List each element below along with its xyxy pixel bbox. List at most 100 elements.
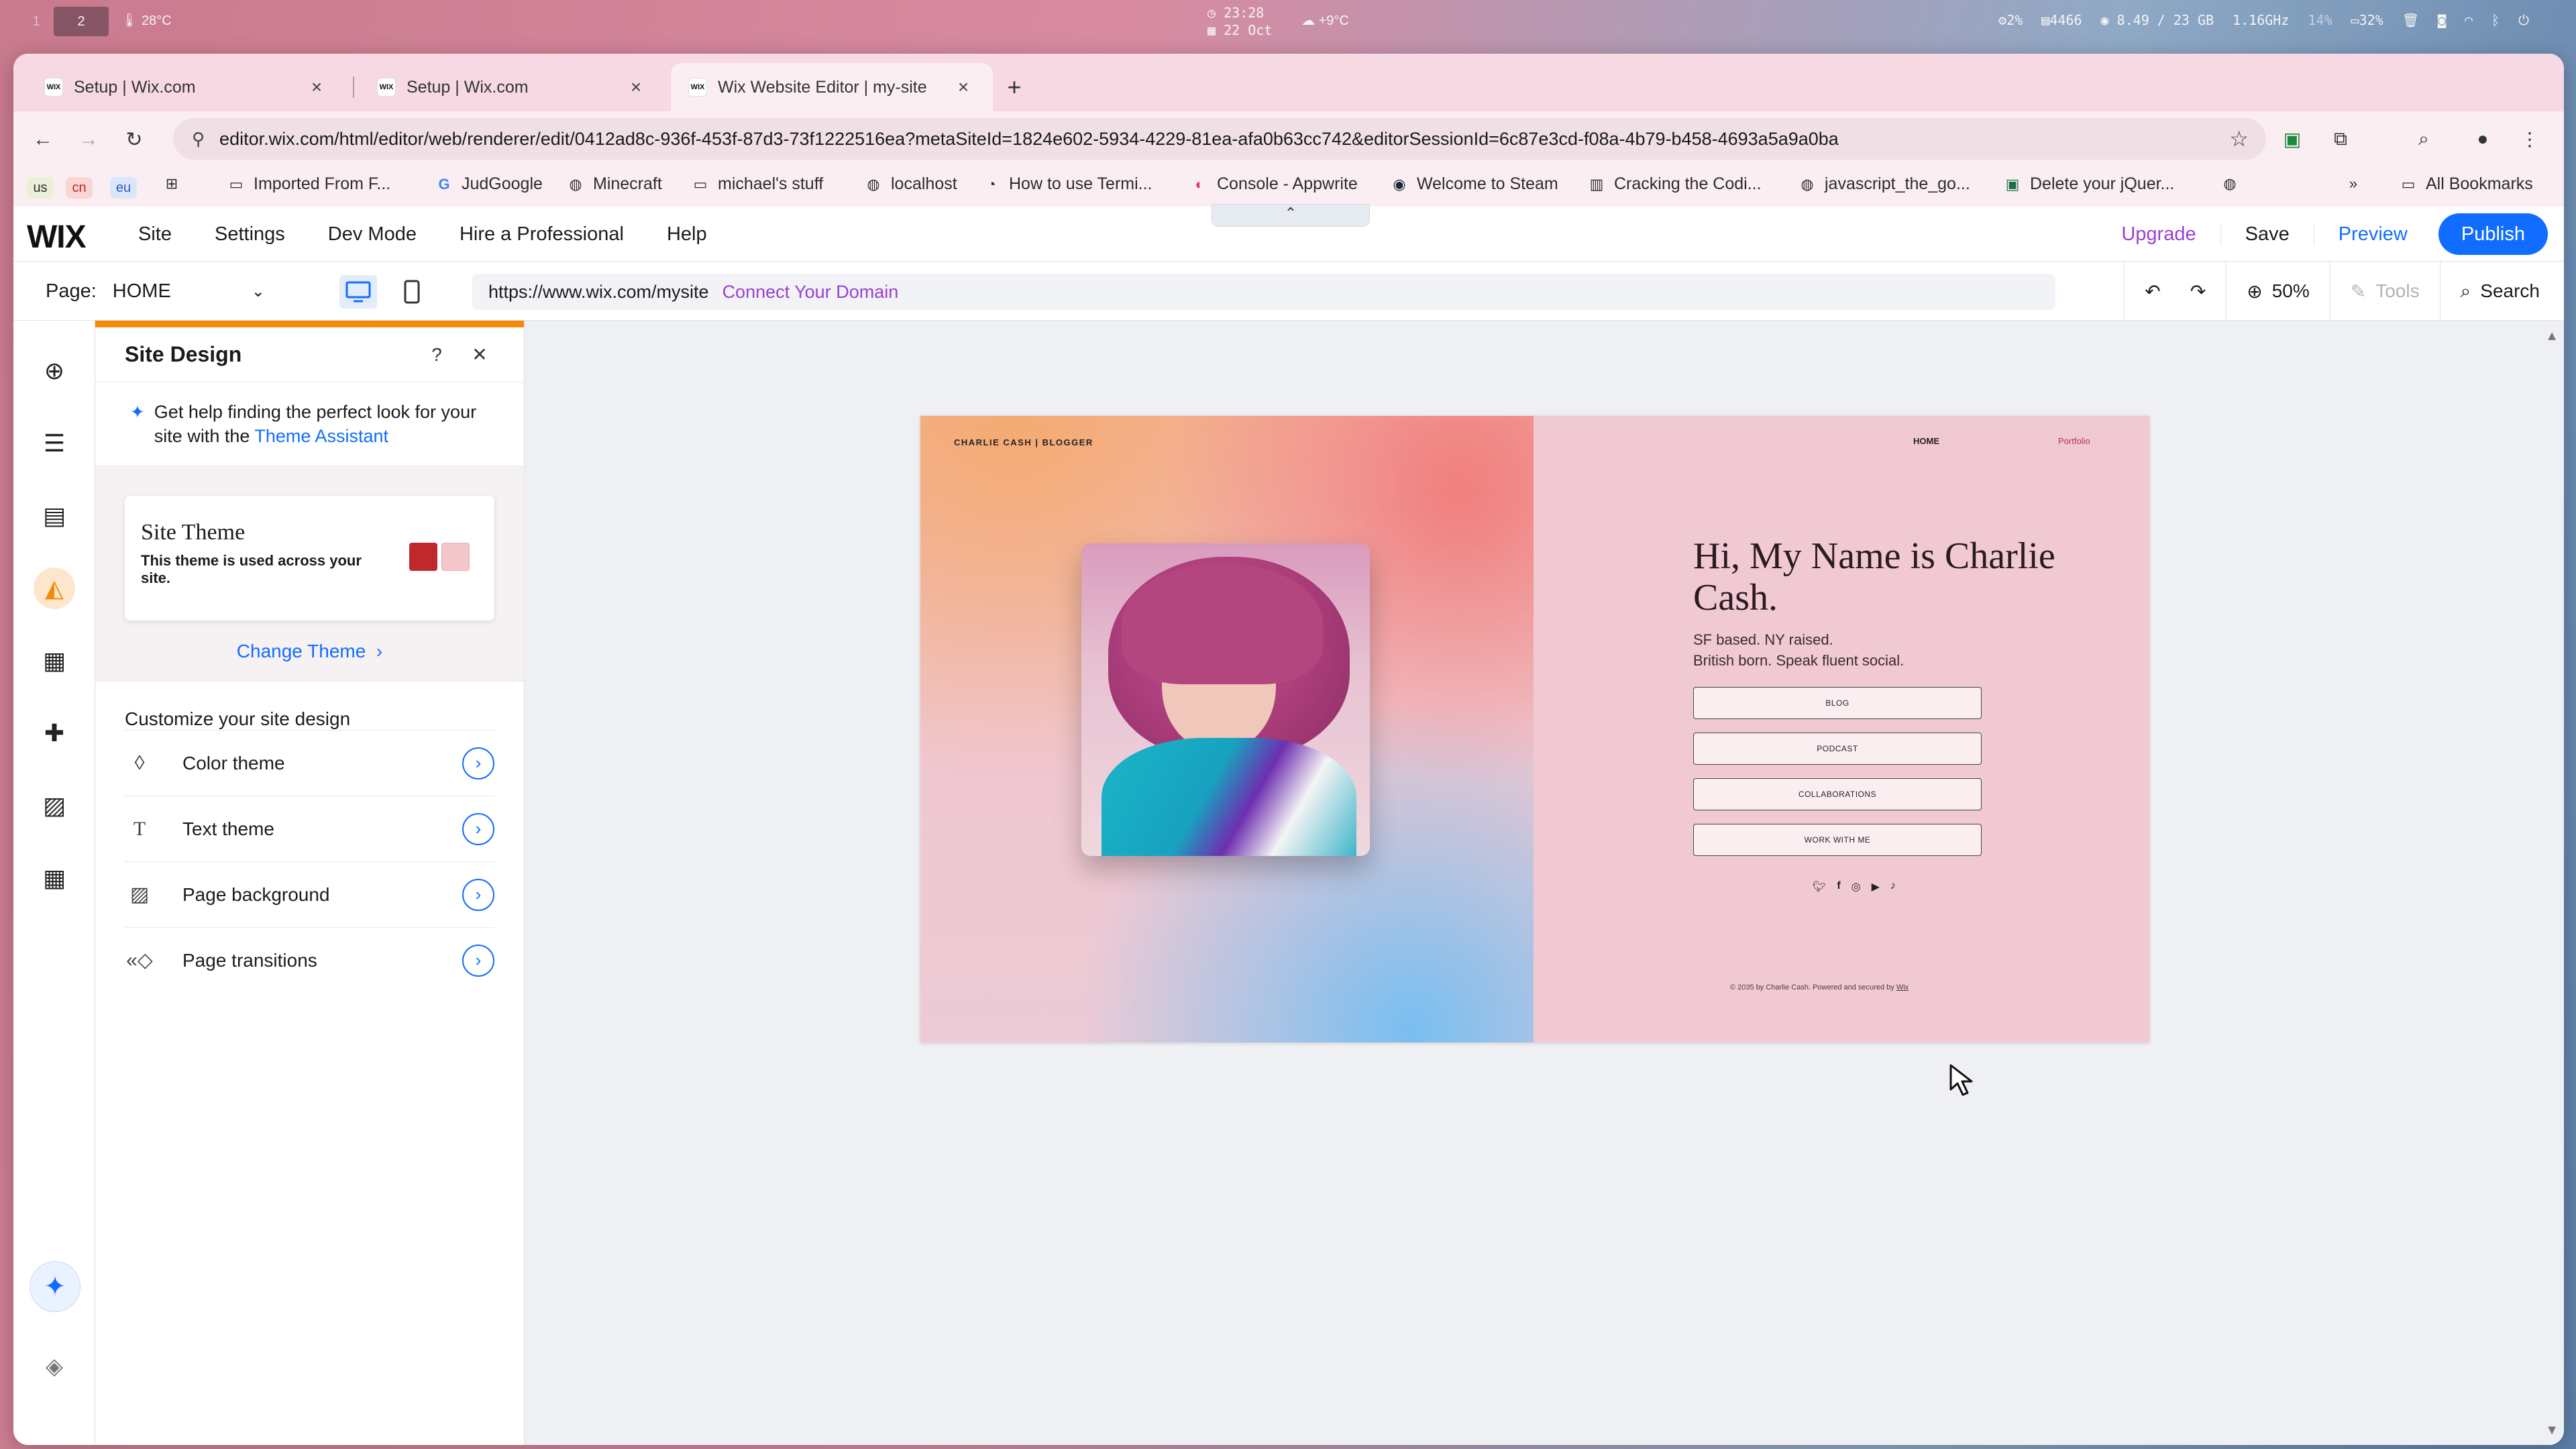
menu-hire-professional[interactable]: Hire a Professional bbox=[460, 223, 624, 246]
close-icon[interactable]: × bbox=[305, 75, 329, 99]
clock[interactable]: ◷ 23:28 ▦ 22 Oct bbox=[1208, 4, 1272, 39]
bluetooth-icon[interactable]: ᛒ bbox=[2491, 12, 2500, 28]
tab-search-icon[interactable]: ⌕ bbox=[2408, 123, 2439, 154]
layers-icon[interactable]: ◈ bbox=[38, 1350, 71, 1383]
scroll-up-icon[interactable]: ▲ bbox=[2545, 329, 2559, 344]
bookmark-item[interactable]: ◐ Console - Appwrite bbox=[1190, 174, 1357, 194]
arrow-right-icon[interactable]: › bbox=[462, 747, 494, 780]
option-page-transitions[interactable]: «◇ Page transitions › bbox=[125, 927, 494, 993]
close-icon[interactable]: × bbox=[624, 75, 648, 99]
apps-grid-icon[interactable]: ⊞ bbox=[162, 174, 189, 193]
site-nav-portfolio[interactable]: Portfolio bbox=[2058, 436, 2090, 446]
all-bookmarks[interactable]: ▭ All Bookmarks bbox=[2399, 174, 2533, 194]
wix-logo[interactable]: WIX bbox=[27, 219, 87, 256]
bookmark-item[interactable]: ▣ Delete your jQuer... bbox=[2003, 174, 2175, 194]
mobile-view-icon[interactable] bbox=[393, 275, 431, 309]
browser-menu-icon[interactable]: ⋮ bbox=[2514, 123, 2545, 154]
new-tab-button[interactable]: + bbox=[1000, 72, 1029, 102]
tab-setup-2[interactable]: WIX Setup | Wix.com × bbox=[360, 63, 665, 111]
workspace-1[interactable]: 1 bbox=[23, 7, 50, 36]
flag-eu[interactable]: eu bbox=[110, 177, 137, 199]
bookmark-item[interactable]: ◔ How to use Termi... bbox=[982, 174, 1152, 194]
tab-wix-editor[interactable]: WIX Wix Website Editor | my-site × bbox=[671, 63, 993, 111]
site-button-work-with-me[interactable]: WORK WITH ME bbox=[1693, 824, 1982, 856]
bookmark-folder[interactable]: ▭ Imported From F... bbox=[227, 174, 391, 194]
zoom-control[interactable]: ⊕ 50% bbox=[2226, 262, 2330, 321]
scroll-down-icon[interactable]: ▼ bbox=[2545, 1423, 2559, 1438]
bookmark-item[interactable]: ◍ bbox=[2220, 174, 2247, 193]
extension-sheets-icon[interactable]: ▣ bbox=[2277, 123, 2308, 154]
workspace-2[interactable]: 2 bbox=[54, 7, 109, 36]
site-info-icon[interactable]: ⚲ bbox=[192, 129, 205, 150]
site-page-preview[interactable]: CHARLIE CASH | BLOGGER HOME Portfolio Hi… bbox=[920, 416, 2149, 1042]
extensions-puzzle-icon[interactable]: ⧉ bbox=[2325, 123, 2356, 154]
reload-icon[interactable]: ↻ bbox=[118, 123, 150, 156]
site-button-blog[interactable]: BLOG bbox=[1693, 687, 1982, 719]
upgrade-button[interactable]: Upgrade bbox=[2097, 223, 2220, 246]
bookmarks-overflow-icon[interactable]: » bbox=[2344, 174, 2371, 193]
change-theme-link[interactable]: Change Theme › bbox=[125, 641, 494, 662]
close-icon[interactable]: × bbox=[951, 75, 975, 99]
help-icon[interactable]: ? bbox=[422, 340, 451, 370]
profile-avatar-icon[interactable]: ● bbox=[2467, 123, 2498, 154]
add-elements-icon[interactable]: ⊕ bbox=[34, 350, 75, 392]
apps-icon[interactable]: ▦ bbox=[34, 640, 75, 682]
page-selector[interactable]: Page: HOME ⌄ bbox=[46, 262, 265, 321]
bookmark-folder[interactable]: ▭ michael's stuff bbox=[691, 174, 824, 194]
site-nav-home[interactable]: HOME bbox=[1913, 436, 1939, 446]
search-button[interactable]: ⌕ Search bbox=[2439, 262, 2564, 321]
wix-footer-link[interactable]: Wix bbox=[1896, 983, 1909, 991]
collapse-toolbar-caret-icon[interactable]: ⌃ bbox=[1212, 204, 1370, 227]
theme-assistant-link[interactable]: Theme Assistant bbox=[254, 426, 388, 446]
camera-icon[interactable]: ◙ bbox=[2438, 12, 2446, 28]
site-button-podcast[interactable]: PODCAST bbox=[1693, 733, 1982, 765]
menu-dev-mode[interactable]: Dev Mode bbox=[328, 223, 417, 246]
bookmark-item[interactable]: G JudGoogle bbox=[435, 174, 543, 194]
flag-us[interactable]: us bbox=[27, 177, 54, 199]
youtube-icon[interactable]: ▶ bbox=[1872, 880, 1880, 894]
bookmark-item[interactable]: ◉ Welcome to Steam bbox=[1390, 174, 1558, 194]
menu-help[interactable]: Help bbox=[667, 223, 707, 246]
menu-settings[interactable]: Settings bbox=[215, 223, 285, 246]
tab-setup-1[interactable]: WIX Setup | Wix.com × bbox=[27, 63, 346, 111]
site-design-icon[interactable]: ◭ bbox=[34, 568, 75, 609]
bookmark-item[interactable]: ◍ javascript_the_go... bbox=[1798, 174, 1970, 194]
media-icon[interactable]: ▨ bbox=[34, 785, 75, 826]
publish-button[interactable]: Publish bbox=[2438, 213, 2548, 255]
arrow-right-icon[interactable]: › bbox=[462, 944, 494, 977]
bookmark-item[interactable]: ◍ Minecraft bbox=[566, 174, 661, 194]
wifi-icon[interactable]: ◠ bbox=[2465, 12, 2473, 28]
sections-icon[interactable]: ☰ bbox=[34, 423, 75, 464]
bookmark-item[interactable]: ◍ localhost bbox=[864, 174, 957, 194]
arrow-right-icon[interactable]: › bbox=[462, 878, 494, 911]
ai-assistant-icon[interactable]: ✦ bbox=[30, 1261, 80, 1312]
bookmark-star-icon[interactable]: ☆ bbox=[2229, 126, 2249, 152]
desktop-view-icon[interactable] bbox=[339, 275, 377, 309]
redo-icon[interactable]: ↷ bbox=[2190, 280, 2206, 303]
facebook-icon[interactable]: f bbox=[1837, 880, 1840, 894]
back-arrow-icon[interactable]: ← bbox=[27, 123, 59, 156]
flag-cn[interactable]: cn bbox=[66, 177, 93, 199]
forward-arrow-icon[interactable]: → bbox=[72, 123, 105, 156]
tiktok-icon[interactable]: ♪ bbox=[1890, 880, 1896, 894]
cms-icon[interactable]: ▦ bbox=[34, 857, 75, 899]
bookmark-item[interactable]: ▥ Cracking the Codi... bbox=[1587, 174, 1762, 194]
power-icon[interactable]: ⏻ bbox=[2518, 12, 2529, 28]
site-theme-card[interactable]: Site Theme This theme is used across you… bbox=[125, 496, 494, 621]
site-heading[interactable]: Hi, My Name is Charlie Cash. bbox=[1693, 535, 2096, 619]
site-button-collaborations[interactable]: COLLABORATIONS bbox=[1693, 778, 1982, 810]
pages-icon[interactable]: ▤ bbox=[34, 495, 75, 537]
twitter-icon[interactable]: 🐦︎ bbox=[1813, 880, 1826, 894]
arrow-right-icon[interactable]: › bbox=[462, 812, 494, 845]
option-color-theme[interactable]: ◊ Color theme › bbox=[125, 730, 494, 796]
undo-icon[interactable]: ↶ bbox=[2145, 280, 2160, 303]
trash-icon[interactable]: 🗑 bbox=[2402, 12, 2419, 28]
close-icon[interactable]: ✕ bbox=[465, 340, 494, 370]
menu-site[interactable]: Site bbox=[138, 223, 172, 246]
save-button[interactable]: Save bbox=[2220, 223, 2314, 246]
profile-photo[interactable] bbox=[1081, 543, 1370, 856]
site-brand[interactable]: CHARLIE CASH | BLOGGER bbox=[954, 437, 1093, 447]
instagram-icon[interactable]: ◎ bbox=[1851, 880, 1861, 894]
connect-domain-link[interactable]: Connect Your Domain bbox=[722, 282, 899, 303]
address-bar[interactable]: ⚲ editor.wix.com/html/editor/web/rendere… bbox=[173, 118, 2266, 160]
